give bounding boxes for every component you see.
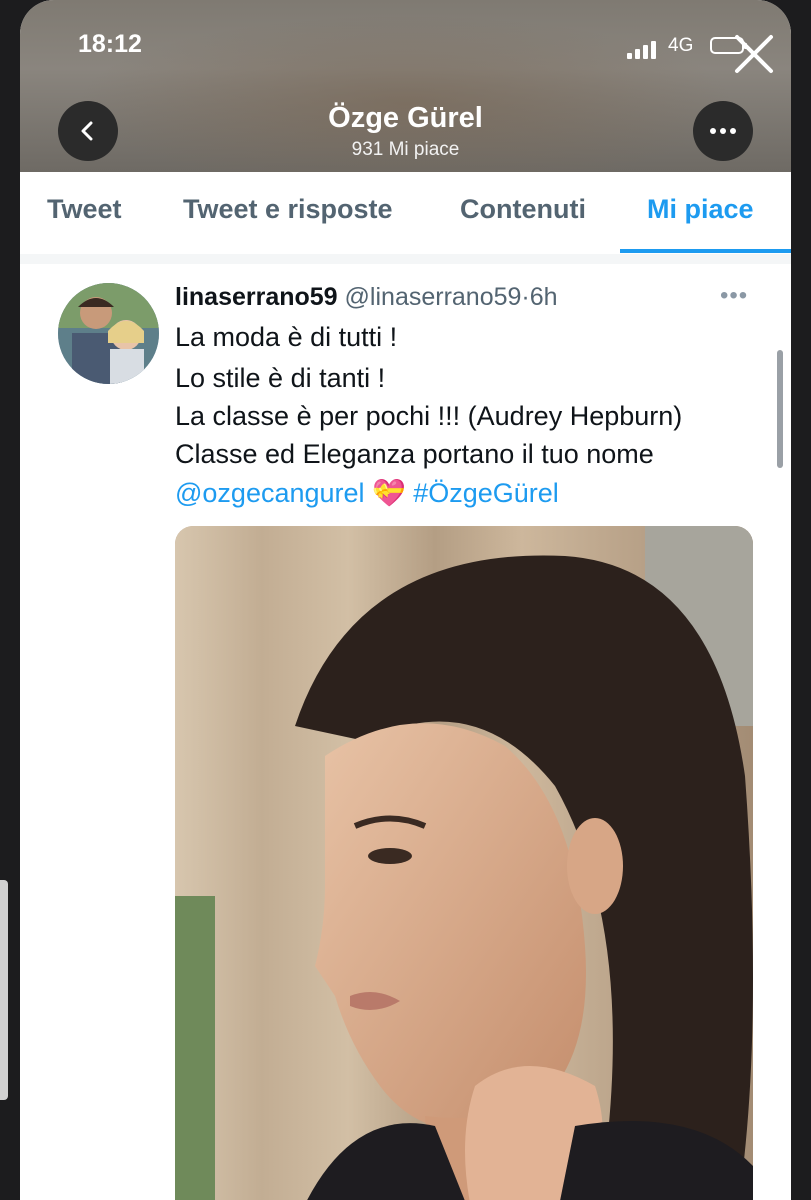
profile-header: 18:12 4G Özge Gürel 931 Mi piace bbox=[20, 0, 791, 172]
tab-tweet[interactable]: Tweet bbox=[47, 194, 122, 225]
tweet-more-icon[interactable]: ••• bbox=[720, 282, 748, 310]
tweet-username[interactable]: linaserrano59 bbox=[175, 283, 338, 311]
tweet-tags-line: @ozgecangurel 💝 #ÖzgeGürel bbox=[175, 477, 559, 509]
profile-name: Özge Gürel bbox=[328, 102, 483, 134]
more-button[interactable] bbox=[693, 101, 753, 161]
app-screen: 18:12 4G Özge Gürel 931 Mi piace Tweet T… bbox=[20, 0, 791, 1200]
close-icon[interactable] bbox=[732, 32, 776, 76]
tweet-handle[interactable]: @linaserrano59 bbox=[345, 283, 522, 311]
tweet-mention[interactable]: @ozgecangurel bbox=[175, 478, 365, 508]
signal-icon bbox=[627, 39, 659, 59]
tab-tweet-e-risposte[interactable]: Tweet e risposte bbox=[183, 194, 393, 225]
tweet-text-line: La moda è di tutti ! bbox=[175, 322, 398, 352]
profile-tabs: Tweet Tweet e risposte Contenuti Mi piac… bbox=[20, 172, 791, 255]
gift-heart-emoji: 💝 bbox=[372, 478, 406, 508]
tweet-text-line: Classe ed Eleganza portano il tuo nome bbox=[175, 439, 654, 469]
tab-contenuti[interactable]: Contenuti bbox=[460, 194, 586, 225]
tweet-photo[interactable] bbox=[175, 526, 753, 1200]
tweet-text-line: Lo stile è di tanti ! bbox=[175, 363, 386, 393]
active-tab-indicator bbox=[620, 249, 791, 253]
status-time: 18:12 bbox=[78, 30, 142, 58]
tweet-header: linaserrano59 @linaserrano59·6h bbox=[175, 283, 558, 312]
tweet-separator: · bbox=[521, 283, 530, 311]
tweet-text-line: La classe è per pochi !!! (Audrey Hepbur… bbox=[175, 401, 683, 431]
tweet-time: 6h bbox=[529, 283, 558, 311]
more-icon bbox=[710, 128, 736, 134]
network-label: 4G bbox=[668, 35, 694, 56]
tweet-hashtag[interactable]: #ÖzgeGürel bbox=[413, 478, 559, 508]
edge-handle bbox=[0, 880, 8, 1100]
divider bbox=[20, 254, 791, 264]
scrollbar[interactable] bbox=[777, 350, 783, 468]
tab-mi-piace[interactable]: Mi piace bbox=[647, 194, 754, 225]
likes-count: 931 Mi piace bbox=[351, 139, 460, 160]
avatar[interactable] bbox=[58, 283, 159, 384]
